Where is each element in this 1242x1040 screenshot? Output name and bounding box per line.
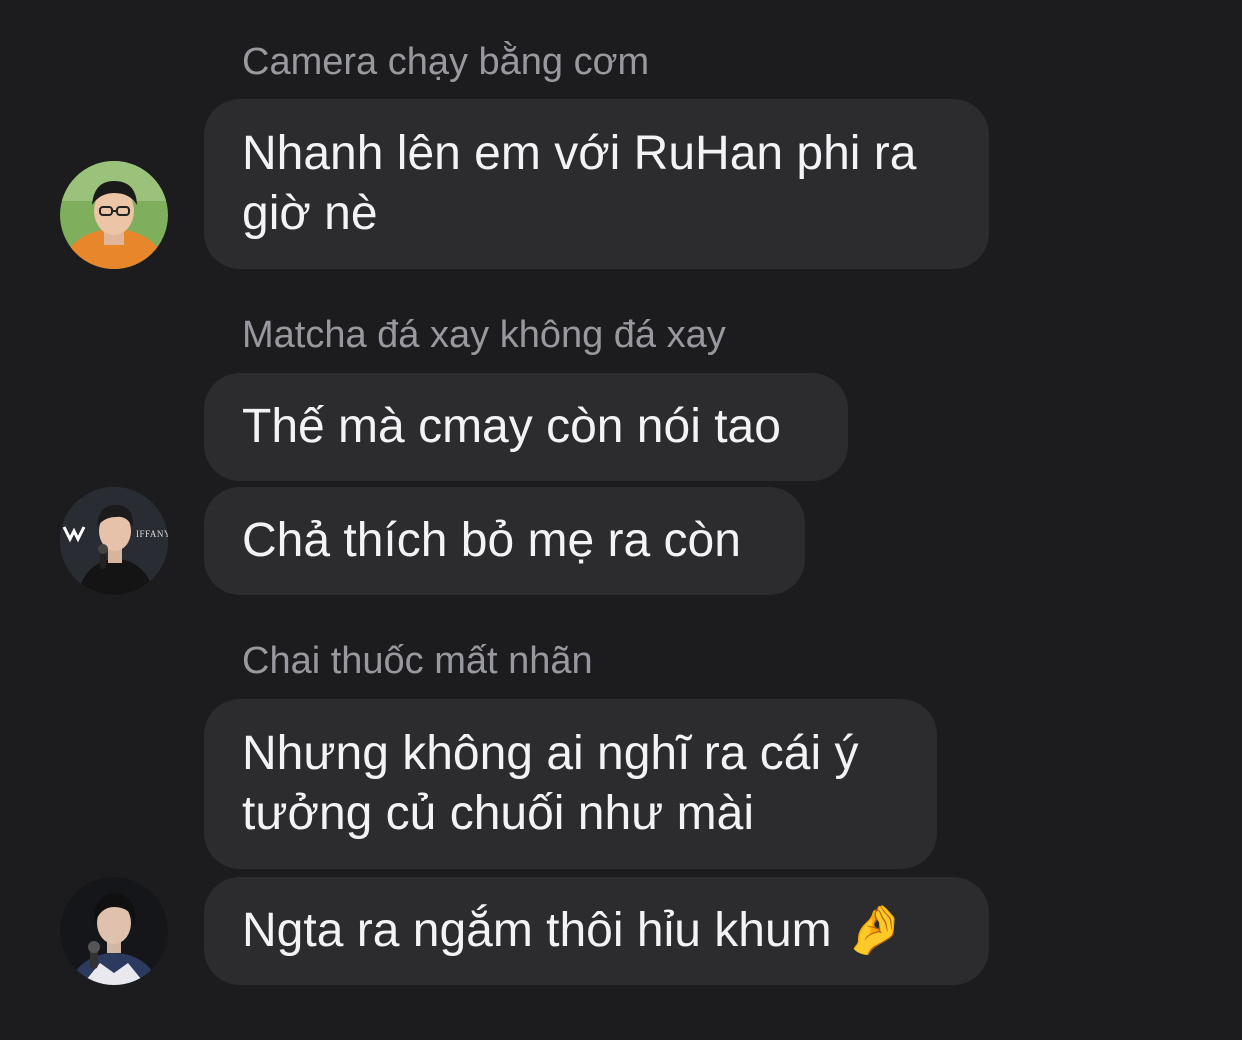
avatar[interactable] [60, 877, 168, 985]
message-bubble[interactable]: Thế mà cmay còn nói tao [204, 373, 848, 481]
avatar-photo-icon [60, 487, 168, 595]
message-bubble[interactable]: Chả thích bỏ mẹ ra còn [204, 487, 805, 595]
message-text: Chả thích bỏ mẹ ra còn [242, 514, 741, 567]
avatar-photo-icon [60, 877, 168, 985]
avatar[interactable]: IFFANY [60, 487, 168, 595]
message-text: Ngta ra ngắm thôi hỉu khum 🤌 [242, 904, 905, 957]
avatar-photo-icon [60, 161, 168, 269]
avatar[interactable] [60, 161, 168, 269]
message-text: Nhưng không ai nghĩ ra cái ý tưởng củ ch… [242, 727, 859, 840]
avatar-badge-text: IFFANY [136, 529, 168, 539]
message-text: Thế mà cmay còn nói tao [242, 400, 781, 453]
sender-name: Camera chạy bằng cơm [242, 41, 650, 83]
message-bubble[interactable]: Ngta ra ngắm thôi hỉu khum 🤌 [204, 877, 989, 985]
message-bubble[interactable]: Nhưng không ai nghĩ ra cái ý tưởng củ ch… [204, 699, 937, 869]
sender-name: Matcha đá xay không đá xay [242, 314, 726, 356]
message-bubble[interactable]: Nhanh lên em với RuHan phi ra giờ nè [204, 99, 989, 269]
message-text: Nhanh lên em với RuHan phi ra giờ nè [242, 127, 917, 240]
sender-name: Chai thuốc mất nhãn [242, 640, 593, 682]
